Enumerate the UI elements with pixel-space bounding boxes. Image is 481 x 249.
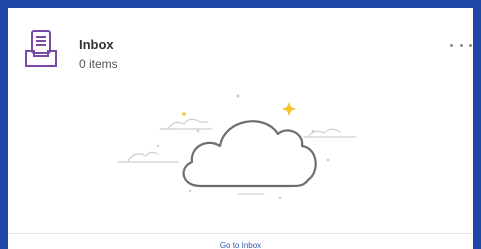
- inbox-card: Inbox 0 items Go to Inbox: [8, 8, 473, 249]
- sparkle-icon: [282, 102, 296, 116]
- more-dot-icon: [459, 43, 463, 47]
- item-count: 0 items: [79, 57, 118, 71]
- footer-divider: [8, 233, 473, 234]
- card-title: Inbox: [79, 37, 114, 52]
- more-dot-icon: [469, 43, 472, 47]
- inbox-tray-icon: [23, 29, 59, 69]
- sparkle-icon: [182, 112, 186, 116]
- more-options-button[interactable]: [450, 40, 472, 50]
- cloud-illustration: [108, 86, 370, 206]
- go-to-inbox-link[interactable]: Go to Inbox: [8, 241, 473, 249]
- cloud-icon: [182, 120, 317, 188]
- more-dot-icon: [450, 43, 453, 47]
